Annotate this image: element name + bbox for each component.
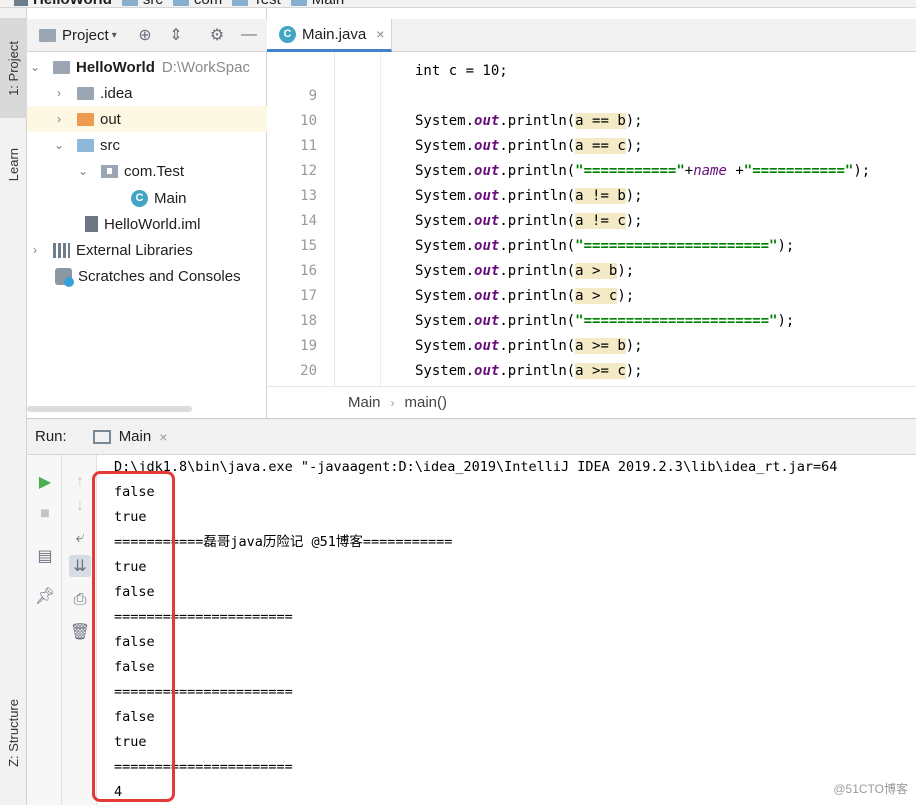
tree-item-com-test[interactable]: ⌄ com.Test — [27, 158, 267, 184]
project-panel-header: Project ▾ ⊕ ⇕ ⚙ — — [27, 19, 267, 52]
close-icon[interactable]: × — [159, 429, 167, 445]
code-line: 21 int x = 3; — [267, 359, 916, 384]
tree-item-src[interactable]: ⌄ src — [27, 132, 267, 158]
tree-item-scratches[interactable]: Scratches and Consoles — [27, 263, 267, 289]
code-line: 10 System.out.println(a == c); — [300, 113, 643, 154]
pin-icon[interactable]: 📌︎ — [34, 585, 56, 607]
class-icon — [290, 0, 307, 6]
code-line: 20 System.out.println("=================… — [300, 363, 317, 379]
output-highlight-box — [92, 471, 175, 802]
code-line: 14 System.out.println("=================… — [300, 213, 795, 254]
tree-item-main[interactable]: C Main — [27, 185, 267, 211]
run-toolbar-primary: ▶ ■ ▤ 📌︎ — [27, 455, 62, 805]
editor-tab-main-java[interactable]: C Main.java × — [267, 19, 392, 52]
navigation-bar: HelloWorld src com Test Main — [0, 0, 916, 8]
code-line: 9 System.out.println(a == b); — [308, 88, 643, 129]
class-icon: C — [279, 25, 296, 43]
module-icon — [53, 60, 70, 74]
chevron-down-icon: ⌄ — [53, 138, 65, 152]
tool-tab-learn[interactable]: Learn — [0, 130, 27, 200]
chevron-right-icon: › — [390, 395, 395, 410]
scratches-icon — [55, 267, 74, 287]
console-icon — [92, 429, 111, 444]
arrow-down-icon[interactable]: ↓ — [69, 495, 91, 517]
nav-crumb-project[interactable]: HelloWorld — [14, 0, 112, 7]
chevron-right-icon: › — [33, 243, 37, 257]
tree-item-helloworld-iml[interactable]: HelloWorld.iml — [27, 211, 267, 237]
nav-crumb-test[interactable]: Test — [232, 0, 281, 7]
nav-crumb-src[interactable]: src — [121, 0, 163, 7]
left-tool-strip: 1: Project Learn Z: Structure — [0, 8, 27, 805]
breadcrumb-class[interactable]: Main — [348, 394, 381, 411]
scroll-to-end-icon[interactable]: ⇊ — [69, 555, 91, 577]
code-line: 15 System.out.println(a > b); — [300, 238, 635, 279]
project-icon — [14, 0, 28, 6]
source-folder-icon — [77, 138, 94, 152]
rerun-icon[interactable]: ▶ — [34, 471, 56, 493]
horizontal-scrollbar[interactable] — [27, 406, 192, 412]
project-view-icon — [39, 28, 56, 42]
library-icon — [53, 242, 70, 258]
code-area[interactable]: int c = 10; 9 System.out.println(a == b)… — [267, 52, 916, 386]
folder-icon — [77, 112, 94, 126]
trash-icon[interactable]: 🗑︎ — [69, 621, 91, 643]
nav-crumb-com[interactable]: com — [172, 0, 222, 7]
run-panel-header: Run: Main × — [27, 419, 916, 455]
chevron-down-icon: ⌄ — [77, 164, 89, 178]
close-icon[interactable]: × — [376, 26, 384, 42]
chevron-down-icon: ⌄ — [29, 60, 41, 74]
run-tab-main[interactable]: Main × — [87, 419, 174, 455]
console-output[interactable]: D:\jdk1.8\bin\java.exe "-javaagent:D:\id… — [97, 455, 916, 805]
stop-icon[interactable]: ■ — [34, 503, 56, 525]
code-line: 19 System.out.println(a >= c); — [300, 338, 643, 379]
watermark: @51CTO博客 — [833, 782, 908, 796]
code-line: 17 System.out.println("=================… — [300, 288, 795, 329]
soft-wrap-icon[interactable]: ⤶ — [69, 527, 91, 549]
project-panel: Project ▾ ⊕ ⇕ ⚙ — ⌄ HelloWorld D:\WorkSpa… — [27, 8, 267, 418]
folder-icon — [232, 0, 249, 6]
code-line: 18 System.out.println(a >= b); — [300, 313, 643, 354]
tree-item-helloworld[interactable]: ⌄ HelloWorld D:\WorkSpac — [27, 54, 267, 80]
tree-item-idea[interactable]: › .idea — [27, 80, 267, 106]
class-icon: C — [131, 189, 148, 207]
hide-icon[interactable]: — — [239, 25, 259, 45]
collapse-all-icon[interactable]: ⇕ — [166, 25, 186, 45]
code-line: int c = 10; — [267, 52, 916, 79]
breadcrumb-method[interactable]: main() — [405, 394, 448, 411]
chevron-down-icon: ▾ — [111, 29, 117, 41]
console-command: D:\jdk1.8\bin\java.exe "-javaagent:D:\id… — [114, 459, 838, 475]
project-view-selector[interactable]: Project ▾ — [39, 27, 117, 44]
editor-breadcrumbs: Main › main() — [267, 386, 916, 418]
code-line: 11 System.out.println("==========="+name… — [300, 138, 871, 179]
folder-icon — [172, 0, 189, 6]
folder-icon — [77, 86, 94, 100]
nav-crumb-main[interactable]: Main — [290, 0, 344, 7]
tree-item-out[interactable]: › out — [27, 106, 267, 132]
chevron-right-icon: › — [57, 86, 61, 100]
code-line: 13 System.out.println(a != c); — [300, 188, 643, 229]
arrow-up-icon[interactable]: ↑ — [69, 471, 91, 493]
run-label: Run: — [35, 428, 67, 445]
folder-icon — [121, 0, 138, 6]
tool-tab-structure[interactable]: Z: Structure — [0, 678, 27, 788]
locate-icon[interactable]: ⊕ — [135, 25, 155, 45]
code-line: 16 System.out.println(a > c); — [300, 263, 635, 304]
chevron-right-icon: › — [57, 112, 61, 126]
code-line: 12 System.out.println(a != b); — [300, 163, 643, 204]
gear-icon[interactable]: ⚙ — [207, 25, 227, 45]
editor-tab-bar: C Main.java × — [267, 19, 916, 52]
iml-file-icon — [85, 216, 98, 232]
print-icon[interactable]: ⎙ — [69, 589, 91, 611]
package-icon — [101, 164, 118, 178]
tool-tab-project[interactable]: 1: Project — [0, 18, 27, 118]
tree-item-external-libraries[interactable]: › External Libraries — [27, 237, 267, 263]
code-editor: C Main.java × int c = 10; 9 System.out.p… — [267, 8, 916, 418]
layout-icon[interactable]: ▤ — [34, 545, 56, 567]
